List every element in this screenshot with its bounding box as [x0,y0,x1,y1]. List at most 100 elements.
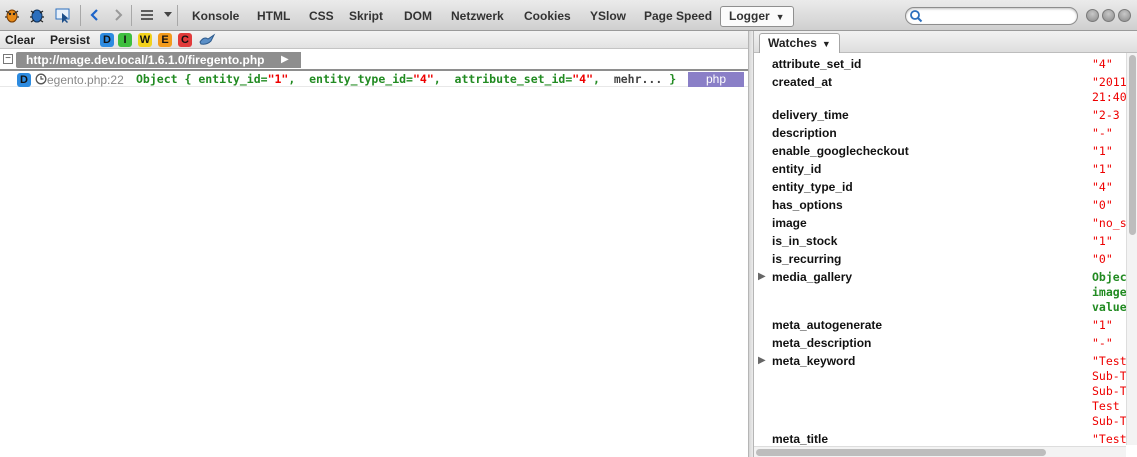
vertical-scrollbar[interactable] [1126,53,1137,445]
watch-name: delivery_time [772,108,849,122]
firebug-icon[interactable] [2,5,22,25]
watch-name: entity_type_id [772,180,853,194]
tab-skript[interactable]: Skript [341,6,391,27]
watch-value: "Test Sub-T Sub-T Test Sub-T [1092,354,1127,428]
search-input[interactable] [926,10,1072,22]
tab-watches[interactable]: Watches ▼ [759,33,840,53]
scrollbar-thumb[interactable] [756,449,1046,456]
tab-logger-label: Logger [729,9,770,23]
watch-value: "-" [1092,336,1113,350]
watch-value: "1" [1092,234,1113,248]
bird-icon[interactable] [198,32,216,50]
watch-name: image [772,216,807,230]
level-warn-toggle[interactable]: W [138,33,152,47]
tab-yslow[interactable]: YSlow [582,6,634,27]
level-info-toggle[interactable]: I [118,33,132,47]
logger-toolbar: Clear Persist D I W E C [0,31,748,49]
watch-row[interactable]: image "no_s [754,215,1127,233]
tab-dom[interactable]: DOM [396,6,440,27]
watch-value: "1" [1092,144,1113,158]
object-value: "4" [412,72,434,86]
watch-row[interactable]: meta_description "-" [754,335,1126,353]
collapse-icon[interactable]: − [3,54,13,64]
tab-page-speed[interactable]: Page Speed [636,6,720,27]
horizontal-scrollbar[interactable] [754,446,1126,457]
watch-row[interactable]: delivery_time "2-3 [754,107,1126,125]
close-button[interactable] [1118,9,1131,22]
watch-name: meta_keyword [772,354,856,368]
log-level-badge: D [17,73,31,87]
chevron-down-icon: ▼ [775,12,785,22]
more-link[interactable]: mehr... [614,72,662,86]
watch-name: meta_title [772,432,829,446]
watch-name: description [772,126,837,140]
watch-row[interactable]: entity_id "1" [754,161,1126,179]
back-arrow-icon[interactable] [85,5,105,25]
watch-name: meta_description [772,336,872,350]
object-close: } [662,72,677,86]
tab-css[interactable]: CSS [301,6,342,27]
watch-name: attribute_set_id [772,57,862,71]
tab-cookies[interactable]: Cookies [516,6,579,27]
level-error-toggle[interactable]: E [158,33,172,47]
watch-name: enable_googlecheckout [772,144,909,158]
watch-name: is_recurring [772,252,842,266]
log-group-header[interactable]: − http://mage.dev.local/1.6.1.0/firegent… [0,51,748,68]
watch-row[interactable]: is_recurring "0" [754,251,1126,269]
watch-row[interactable]: meta_autogenerate "1" [754,317,1126,335]
watch-row[interactable]: attribute_set_id "4" [754,56,1126,74]
expand-arrow-icon[interactable]: ▶ [758,355,766,366]
level-debug-toggle[interactable]: D [100,33,114,47]
play-arrow-icon: ▶ [281,54,289,65]
scrollbar-thumb[interactable] [1129,55,1136,235]
object-prefix: Object { [136,72,199,86]
logger-panel: Clear Persist D I W E C − http://mage.de… [0,31,748,457]
watch-value: Objec image values [1092,270,1128,314]
watch-value: "Test [1092,432,1127,446]
watch-row[interactable]: ▶ media_gallery Objec image values [754,269,1128,317]
watch-value: "4" [1092,57,1113,71]
log-tag-php: php [688,72,744,87]
watch-row[interactable]: created_at "2011 21:40 [754,74,1127,107]
inspect-element-icon[interactable] [53,5,73,25]
watch-row[interactable]: entity_type_id "4" [754,179,1126,197]
clear-button[interactable]: Clear [5,33,35,47]
toolbar-separator [80,5,81,26]
dropdown-icon[interactable] [162,5,174,25]
menu-lines-icon[interactable] [137,5,157,25]
detach-button[interactable] [1102,9,1115,22]
object-value: "4" [572,72,594,86]
search-box[interactable] [905,7,1078,25]
watch-value: "2011 21:40 [1092,75,1127,104]
watches-panel: Watches ▼ attribute_set_id "4" created_at "2… [754,31,1137,457]
minimize-button[interactable] [1086,9,1099,22]
watch-value: "1" [1092,318,1113,332]
bug-inspect-icon[interactable] [27,5,47,25]
forward-arrow-icon[interactable] [108,5,128,25]
log-entry[interactable]: D egento.php:22 Object { entity_id="1", … [0,69,748,87]
tab-konsole[interactable]: Konsole [184,6,247,27]
watch-row[interactable]: description "-" [754,125,1126,143]
watch-name: entity_id [772,162,822,176]
object-value: "1" [267,72,289,86]
watch-row[interactable]: has_options "0" [754,197,1126,215]
watch-name: meta_autogenerate [772,318,883,332]
watch-value: "4" [1092,180,1113,194]
watch-value: "2-3 [1092,108,1120,122]
persist-button[interactable]: Persist [50,33,90,47]
expand-arrow-icon[interactable]: ▶ [758,271,766,282]
watch-row[interactable]: enable_googlecheckout "1" [754,143,1126,161]
tab-html[interactable]: HTML [249,6,298,27]
level-critical-toggle[interactable]: C [178,33,192,47]
object-key: attribute_set_id= [454,72,573,86]
watch-value: "0" [1092,252,1113,266]
watch-name: created_at [772,75,833,89]
log-source-file[interactable]: egento.php:22 [47,73,124,87]
watch-row[interactable]: is_in_stock "1" [754,233,1126,251]
watch-value: "1" [1092,162,1113,176]
tab-logger[interactable]: Logger ▼ [720,6,794,27]
tab-netzwerk[interactable]: Netzwerk [443,6,512,27]
watch-row[interactable]: ▶ meta_keyword "Test Sub-T Sub-T Test Sub-… [754,353,1127,431]
log-object[interactable]: Object { entity_id="1", entity_type_id="… [136,72,676,86]
log-group-url: http://mage.dev.local/1.6.1.0/firegento.… [16,52,301,68]
